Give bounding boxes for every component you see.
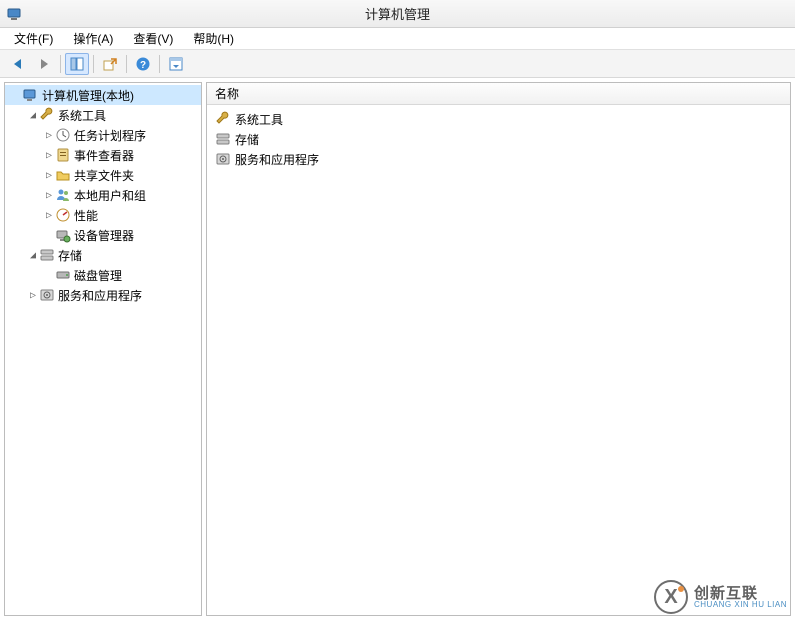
watermark-text: 创新互联 CHUANG XIN HU LIAN	[694, 586, 787, 609]
toolbar-separator	[126, 55, 127, 73]
list-item-label: 存储	[235, 131, 259, 148]
collapse-icon[interactable]: ◢	[27, 250, 39, 261]
expand-icon[interactable]: ▷	[43, 150, 55, 161]
menu-help[interactable]: 帮助(H)	[185, 28, 242, 49]
watermark-cn: 创新互联	[694, 586, 787, 601]
tree-label: 设备管理器	[74, 227, 134, 244]
list-item[interactable]: 存储	[207, 129, 790, 149]
tree-label: 磁盘管理	[74, 267, 122, 284]
titlebar: 计算机管理	[0, 0, 795, 28]
tree-label: 计算机管理(本地)	[42, 87, 134, 104]
storage-icon	[215, 131, 231, 147]
storage-icon	[39, 247, 55, 263]
expand-icon[interactable]: ▷	[43, 170, 55, 181]
collapse-icon[interactable]: ◢	[27, 110, 39, 121]
toolbar-separator	[93, 55, 94, 73]
clock-icon	[55, 127, 71, 143]
window-title: 计算机管理	[0, 4, 795, 23]
tree-label: 性能	[74, 207, 98, 224]
details-pane-button[interactable]	[164, 53, 188, 75]
tree-system-tools[interactable]: ◢ 系统工具	[5, 105, 201, 125]
menu-action[interactable]: 操作(A)	[65, 28, 121, 49]
tree-task-scheduler[interactable]: ▷ 任务计划程序	[5, 125, 201, 145]
computer-mgmt-icon	[23, 87, 39, 103]
tree-label: 事件查看器	[74, 147, 134, 164]
services-icon	[215, 151, 231, 167]
disk-icon	[55, 267, 71, 283]
users-icon	[55, 187, 71, 203]
wrench-icon	[39, 107, 55, 123]
tree-local-users[interactable]: ▷ 本地用户和组	[5, 185, 201, 205]
list-item-label: 服务和应用程序	[235, 151, 319, 168]
device-icon	[55, 227, 71, 243]
event-icon	[55, 147, 71, 163]
list-item[interactable]: 服务和应用程序	[207, 149, 790, 169]
tree-root[interactable]: 计算机管理(本地)	[5, 85, 201, 105]
help-button[interactable]: ?	[131, 53, 155, 75]
toolbar: ?	[0, 50, 795, 78]
services-icon	[39, 287, 55, 303]
toolbar-separator	[159, 55, 160, 73]
tree-shared-folders[interactable]: ▷ 共享文件夹	[5, 165, 201, 185]
tree-services-apps[interactable]: ▷ 服务和应用程序	[5, 285, 201, 305]
folder-share-icon	[55, 167, 71, 183]
list-column-header[interactable]: 名称	[207, 83, 790, 105]
menu-file[interactable]: 文件(F)	[6, 28, 61, 49]
expand-icon[interactable]: ▷	[43, 210, 55, 221]
watermark-logo-icon: X	[654, 580, 688, 614]
tree-label: 任务计划程序	[74, 127, 146, 144]
tree-storage[interactable]: ◢ 存储	[5, 245, 201, 265]
toolbar-separator	[60, 55, 61, 73]
expand-icon[interactable]: ▷	[43, 130, 55, 141]
watermark: X 创新互联 CHUANG XIN HU LIAN	[654, 580, 787, 614]
tree-label: 服务和应用程序	[58, 287, 142, 304]
show-hide-tree-button[interactable]	[65, 53, 89, 75]
tree-pane[interactable]: 计算机管理(本地) ◢ 系统工具 ▷ 任务计划程序 ▷ 事件查看器 ▷	[4, 82, 202, 616]
tree-performance[interactable]: ▷ 性能	[5, 205, 201, 225]
back-button[interactable]	[6, 53, 30, 75]
content-area: 计算机管理(本地) ◢ 系统工具 ▷ 任务计划程序 ▷ 事件查看器 ▷	[0, 78, 795, 620]
expand-icon[interactable]: ▷	[43, 190, 55, 201]
menubar: 文件(F) 操作(A) 查看(V) 帮助(H)	[0, 28, 795, 50]
tree-label: 存储	[58, 247, 82, 264]
tree-label: 共享文件夹	[74, 167, 134, 184]
tree-device-manager[interactable]: 设备管理器	[5, 225, 201, 245]
tree-label: 系统工具	[58, 107, 106, 124]
forward-button[interactable]	[32, 53, 56, 75]
menu-view[interactable]: 查看(V)	[125, 28, 181, 49]
svg-text:?: ?	[140, 60, 146, 71]
wrench-icon	[215, 111, 231, 127]
expand-icon[interactable]: ▷	[27, 290, 39, 301]
tree-disk-mgmt[interactable]: 磁盘管理	[5, 265, 201, 285]
column-name: 名称	[215, 85, 239, 102]
export-button[interactable]	[98, 53, 122, 75]
tree-label: 本地用户和组	[74, 187, 146, 204]
list-item[interactable]: 系统工具	[207, 109, 790, 129]
tree-event-viewer[interactable]: ▷ 事件查看器	[5, 145, 201, 165]
perf-icon	[55, 207, 71, 223]
watermark-en: CHUANG XIN HU LIAN	[694, 601, 787, 609]
list-pane: 名称 系统工具 存储 服务和应用程序	[206, 82, 791, 616]
list-body[interactable]: 系统工具 存储 服务和应用程序	[207, 105, 790, 615]
list-item-label: 系统工具	[235, 111, 283, 128]
